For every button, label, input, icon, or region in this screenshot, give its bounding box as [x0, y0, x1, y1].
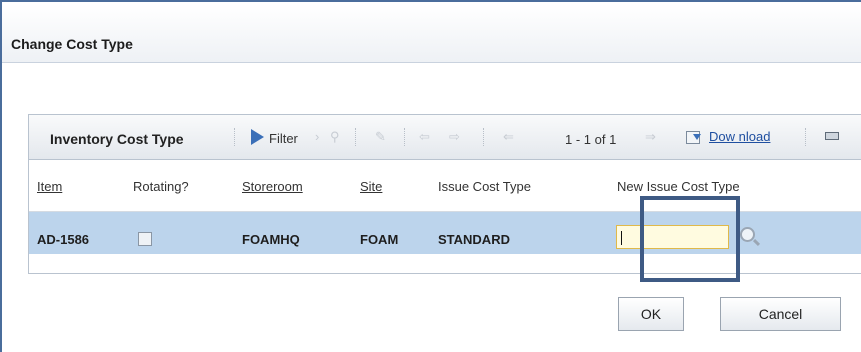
cell-issue-cost-type: STANDARD	[438, 232, 510, 247]
download-link[interactable]: Dow nload	[709, 129, 770, 144]
table-title: Inventory Cost Type	[50, 131, 184, 147]
filter-icon[interactable]	[251, 129, 264, 145]
highlight-box	[640, 196, 740, 282]
download-icon[interactable]	[686, 131, 701, 144]
toolbar-separator	[234, 128, 237, 146]
column-header-new-issue-cost-type: New Issue Cost Type	[617, 179, 740, 194]
first-page-icon: ⇐	[503, 129, 514, 144]
cell-storeroom: FOAMHQ	[242, 232, 300, 247]
next-page-icon: ⇨	[449, 129, 460, 144]
clear-filter-icon: ✎	[375, 129, 386, 144]
dialog-title: Change Cost Type	[11, 36, 133, 52]
lookup-icon[interactable]	[740, 227, 755, 242]
toolbar-separator	[483, 128, 486, 146]
column-header-rotating: Rotating?	[133, 179, 189, 194]
text-caret	[621, 231, 622, 245]
cell-site: FOAM	[360, 232, 399, 247]
toolbar-separator	[355, 128, 358, 146]
filter-expand-icon: ›	[315, 129, 320, 144]
last-page-icon: ⇒	[645, 129, 656, 144]
ok-button[interactable]: OK	[618, 297, 684, 331]
page-info: 1 - 1 of 1	[565, 132, 617, 147]
table-toolbar: Inventory Cost Type Filter › ⚲ ✎ ⇦ ⇨ ⇐ 1…	[29, 115, 861, 160]
column-header-storeroom[interactable]: Storeroom	[242, 179, 303, 194]
search-icon: ⚲	[330, 129, 340, 144]
cancel-button[interactable]: Cancel	[720, 297, 841, 331]
cell-item: AD-1586	[37, 232, 90, 247]
dialog-titlebar: Change Cost Type	[2, 4, 861, 63]
column-header-issue-cost-type: Issue Cost Type	[438, 179, 531, 194]
previous-page-icon: ⇦	[419, 129, 430, 144]
table-menu-icon[interactable]	[825, 132, 839, 140]
filter-button-label[interactable]: Filter	[269, 131, 298, 146]
column-header-item[interactable]: Item	[37, 179, 62, 194]
rotating-checkbox	[138, 232, 152, 246]
change-cost-type-dialog: Change Cost Type Inventory Cost Type Fil…	[0, 0, 861, 352]
column-header-site[interactable]: Site	[360, 179, 382, 194]
toolbar-separator	[404, 128, 407, 146]
toolbar-separator	[805, 128, 808, 146]
